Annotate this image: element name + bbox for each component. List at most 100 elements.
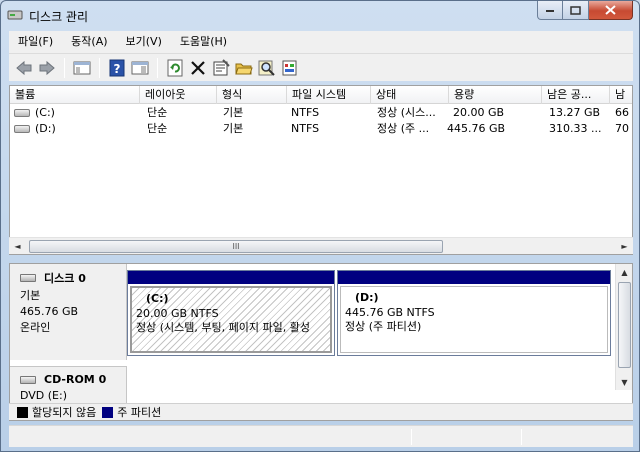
disk-management-icon xyxy=(7,10,23,20)
scroll-right-arrow-icon[interactable]: ► xyxy=(616,238,633,255)
toolbar-separator xyxy=(157,57,158,78)
volume-free-space: 310.33 ... xyxy=(549,122,602,135)
drive-icon xyxy=(14,125,30,133)
help-button[interactable]: ? xyxy=(106,57,128,79)
toolbar-separator xyxy=(64,57,65,78)
search-button[interactable] xyxy=(256,57,278,79)
menu-file[interactable]: 파일(F) xyxy=(9,31,62,53)
help-icon: ? xyxy=(109,59,125,76)
drive-icon xyxy=(14,109,30,117)
legend-primary-swatch xyxy=(102,406,114,418)
column-header-filesystem[interactable]: 파일 시스템 xyxy=(287,86,371,104)
volume-list-header: 볼륨 레이아웃 형식 파일 시스템 상태 용량 남은 공... 남 xyxy=(10,86,632,104)
column-header-free-space[interactable]: 남은 공... xyxy=(542,86,610,104)
action-pane-icon xyxy=(131,61,149,74)
partition-status: 정상 (시스템, 부팅, 페이지 파일, 활성 xyxy=(136,321,310,334)
action-pane-button[interactable] xyxy=(129,57,151,79)
back-button[interactable] xyxy=(13,57,35,79)
properties-button[interactable] xyxy=(210,57,232,79)
scroll-grip: III xyxy=(232,242,240,251)
console-tree-icon xyxy=(73,61,91,74)
volume-type: 기본 xyxy=(223,106,244,119)
search-icon xyxy=(258,60,275,76)
horizontal-scroll-thumb[interactable]: III xyxy=(29,240,443,253)
vertical-scrollbar[interactable]: ▲ ▼ xyxy=(615,264,632,390)
refresh-button[interactable] xyxy=(164,57,186,79)
volume-free-percent: 66 xyxy=(615,106,629,119)
legend-unallocated-label: 할당되지 않음 xyxy=(32,406,97,419)
partition-body: (C:) 20.00 GB NTFS 정상 (시스템, 부팅, 페이지 파일, … xyxy=(130,286,332,353)
title-bar[interactable]: 디스크 관리 xyxy=(1,1,639,31)
window-title: 디스크 관리 xyxy=(29,10,89,24)
disk-state: 온라인 xyxy=(20,321,51,334)
maximize-button[interactable] xyxy=(563,1,589,20)
legend-unallocated-swatch xyxy=(17,406,28,418)
volume-name: (D:) xyxy=(35,122,56,135)
volume-free-percent: 70 xyxy=(615,122,629,135)
menu-bar: 파일(F) 동작(A) 보기(V) 도움말(H) xyxy=(9,31,633,53)
volume-status: 정상 (시스... xyxy=(377,106,436,119)
scroll-up-arrow-icon[interactable]: ▲ xyxy=(616,264,632,280)
volume-row[interactable]: (C:) 단순 기본 NTFS 정상 (시스... 20.00 GB 13.27… xyxy=(10,105,632,121)
disk-size: 465.76 GB xyxy=(20,305,79,318)
open-folder-icon xyxy=(235,63,253,74)
console-tree-button[interactable] xyxy=(71,57,93,79)
forward-icon xyxy=(39,60,55,75)
volume-type: 기본 xyxy=(223,122,244,135)
open-folder-button[interactable] xyxy=(233,57,255,79)
properties-icon xyxy=(213,58,230,75)
scroll-down-arrow-icon[interactable]: ▼ xyxy=(616,374,632,390)
menu-action[interactable]: 동작(A) xyxy=(62,31,116,53)
volume-filesystem: NTFS xyxy=(291,122,320,135)
disk-0-label[interactable]: 디스크 0 기본 465.76 GB 온라인 xyxy=(10,264,127,360)
column-header-capacity[interactable]: 용량 xyxy=(449,86,542,104)
window-controls xyxy=(537,1,633,20)
partition-d[interactable]: (D:) 445.76 GB NTFS 정상 (주 파티션) xyxy=(337,270,611,356)
maximize-icon xyxy=(570,5,581,15)
back-icon xyxy=(16,60,32,75)
menu-view[interactable]: 보기(V) xyxy=(117,31,171,53)
volume-capacity: 20.00 GB xyxy=(453,106,505,119)
legend-primary-label: 주 파티션 xyxy=(117,406,162,419)
volume-row[interactable]: (D:) 단순 기본 NTFS 정상 (주 ... 445.76 GB 310.… xyxy=(10,121,632,137)
menu-help[interactable]: 도움말(H) xyxy=(171,31,236,53)
scroll-left-arrow-icon[interactable]: ◄ xyxy=(9,238,26,255)
partition-body: (D:) 445.76 GB NTFS 정상 (주 파티션) xyxy=(340,286,608,353)
volume-free-space: 13.27 GB xyxy=(549,106,601,119)
partition-size: 445.76 GB NTFS xyxy=(345,306,435,319)
settings-icon xyxy=(282,60,297,75)
column-header-free-percent[interactable]: 남 xyxy=(610,86,632,104)
delete-icon xyxy=(191,60,205,75)
minimize-button[interactable] xyxy=(537,1,563,20)
close-icon xyxy=(605,5,616,15)
status-bar xyxy=(9,425,633,447)
volume-layout: 단순 xyxy=(147,122,168,135)
volume-filesystem: NTFS xyxy=(291,106,320,119)
settings-button[interactable] xyxy=(279,57,301,79)
disk-name: 디스크 0 xyxy=(44,272,86,285)
close-button[interactable] xyxy=(589,1,633,20)
partition-header-bar xyxy=(128,271,334,284)
toolbar: ? xyxy=(9,53,633,81)
disk-type: DVD (E:) xyxy=(20,389,68,402)
horizontal-scrollbar[interactable]: ◄ III ► xyxy=(9,237,633,254)
partition-c[interactable]: (C:) 20.00 GB NTFS 정상 (시스템, 부팅, 페이지 파일, … xyxy=(127,270,335,356)
delete-button[interactable] xyxy=(187,57,209,79)
column-header-layout[interactable]: 레이아웃 xyxy=(140,86,217,104)
partition-name: (D:) xyxy=(355,291,379,304)
hard-disk-icon xyxy=(20,274,36,282)
partition-size: 20.00 GB NTFS xyxy=(136,307,219,320)
column-header-status[interactable]: 상태 xyxy=(371,86,449,104)
refresh-icon xyxy=(167,59,183,76)
partition-status: 정상 (주 파티션) xyxy=(345,320,422,333)
vertical-scroll-thumb[interactable] xyxy=(618,282,631,368)
cdrom-drive-icon xyxy=(20,375,36,384)
forward-button[interactable] xyxy=(36,57,58,79)
column-header-volume[interactable]: 볼륨 xyxy=(10,86,140,104)
volume-status: 정상 (주 ... xyxy=(377,122,430,135)
volume-list: 볼륨 레이아웃 형식 파일 시스템 상태 용량 남은 공... 남 (C:) 단… xyxy=(9,85,633,255)
volume-layout: 단순 xyxy=(147,106,168,119)
column-header-type[interactable]: 형식 xyxy=(217,86,287,104)
svg-text:?: ? xyxy=(114,62,121,76)
disk-type: 기본 xyxy=(20,289,41,302)
